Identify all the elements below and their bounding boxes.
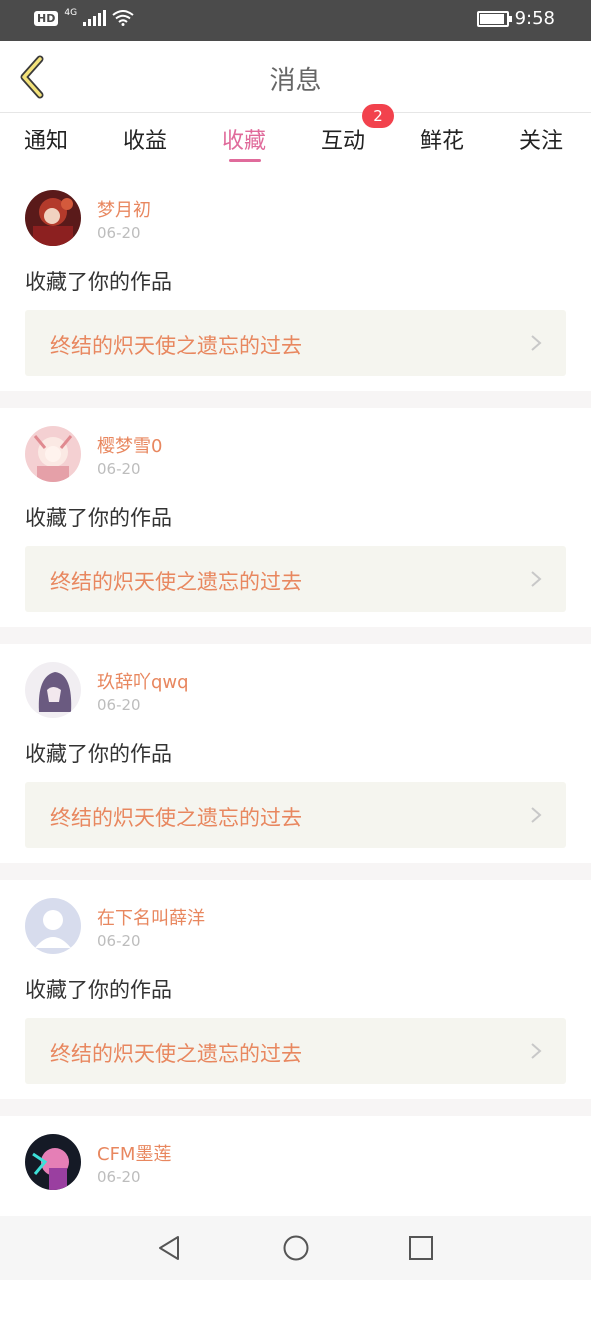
system-nav-bar xyxy=(0,1216,591,1280)
message-card: 梦月初 06-20 收藏了你的作品 终结的炽天使之遗忘的过去 xyxy=(0,172,591,391)
recents-square-icon[interactable] xyxy=(408,1234,434,1262)
work-title: 终结的炽天使之遗忘的过去 xyxy=(50,806,302,830)
status-right: 9:58 xyxy=(476,8,555,29)
username[interactable]: CFM墨莲 xyxy=(97,1140,171,1166)
message-date: 06-20 xyxy=(97,696,141,714)
avatar[interactable] xyxy=(25,662,81,718)
chevron-right-icon xyxy=(531,335,542,351)
tab-earnings[interactable]: 收益 xyxy=(123,123,167,155)
divider xyxy=(0,391,591,408)
work-title: 终结的炽天使之遗忘的过去 xyxy=(50,570,302,594)
avatar[interactable] xyxy=(25,1134,81,1190)
message-card: 在下名叫薛洋 06-20 收藏了你的作品 终结的炽天使之遗忘的过去 xyxy=(0,880,591,1099)
chevron-right-icon xyxy=(531,571,542,587)
status-left: HD 4G xyxy=(34,8,134,26)
battery-icon xyxy=(476,10,512,27)
back-triangle-icon[interactable] xyxy=(156,1234,182,1262)
work-link[interactable]: 终结的炽天使之遗忘的过去 xyxy=(25,782,566,848)
work-link[interactable]: 终结的炽天使之遗忘的过去 xyxy=(25,546,566,612)
username[interactable]: 樱梦雪0 xyxy=(97,432,162,458)
tab-notice[interactable]: 通知 xyxy=(24,123,68,155)
tab-favorites[interactable]: 收藏 xyxy=(222,123,266,155)
message-card: 樱梦雪0 06-20 收藏了你的作品 终结的炽天使之遗忘的过去 xyxy=(0,408,591,627)
app-header: 消息 xyxy=(0,41,591,113)
avatar[interactable] xyxy=(25,426,81,482)
wifi-icon xyxy=(112,10,134,26)
status-bar: HD 4G 9:58 xyxy=(0,0,591,41)
action-text: 收藏了你的作品 xyxy=(25,978,172,1002)
work-link[interactable]: 终结的炽天使之遗忘的过去 xyxy=(25,1018,566,1084)
signal-icon xyxy=(83,10,107,26)
chevron-right-icon xyxy=(531,807,542,823)
network-type: 4G xyxy=(64,8,78,18)
message-list: 梦月初 06-20 收藏了你的作品 终结的炽天使之遗忘的过去 樱梦雪0 06-2… xyxy=(0,172,591,1335)
username[interactable]: 玖辞吖qwq xyxy=(97,668,189,694)
message-card: 玖辞吖qwq 06-20 收藏了你的作品 终结的炽天使之遗忘的过去 xyxy=(0,644,591,863)
active-tab-indicator xyxy=(229,159,261,162)
action-text: 收藏了你的作品 xyxy=(25,742,172,766)
home-circle-icon[interactable] xyxy=(282,1234,310,1262)
username[interactable]: 在下名叫薛洋 xyxy=(97,904,205,930)
action-text: 收藏了你的作品 xyxy=(25,506,172,530)
tab-following[interactable]: 关注 xyxy=(519,123,563,155)
message-date: 06-20 xyxy=(97,224,141,242)
tab-flowers[interactable]: 鲜花 xyxy=(420,123,464,155)
divider xyxy=(0,1099,591,1116)
page-title: 消息 xyxy=(269,66,322,96)
message-date: 06-20 xyxy=(97,932,141,950)
divider xyxy=(0,627,591,644)
default-avatar-icon[interactable] xyxy=(25,898,81,954)
work-title: 终结的炽天使之遗忘的过去 xyxy=(50,334,302,358)
divider xyxy=(0,863,591,880)
message-date: 06-20 xyxy=(97,460,141,478)
clock: 9:58 xyxy=(514,8,555,29)
tab-interaction[interactable]: 互动 xyxy=(321,123,365,155)
message-date: 06-20 xyxy=(97,1168,141,1186)
work-title: 终结的炽天使之遗忘的过去 xyxy=(50,1042,302,1066)
avatar[interactable] xyxy=(25,190,81,246)
action-text: 收藏了你的作品 xyxy=(25,270,172,294)
chevron-right-icon xyxy=(531,1043,542,1059)
username[interactable]: 梦月初 xyxy=(97,196,151,222)
work-link[interactable]: 终结的炽天使之遗忘的过去 xyxy=(25,310,566,376)
tab-bar: 通知 收益 收藏 互动 鲜花 关注 xyxy=(0,113,591,171)
hd-icon: HD xyxy=(34,10,59,26)
interaction-badge: 2 xyxy=(362,104,394,128)
